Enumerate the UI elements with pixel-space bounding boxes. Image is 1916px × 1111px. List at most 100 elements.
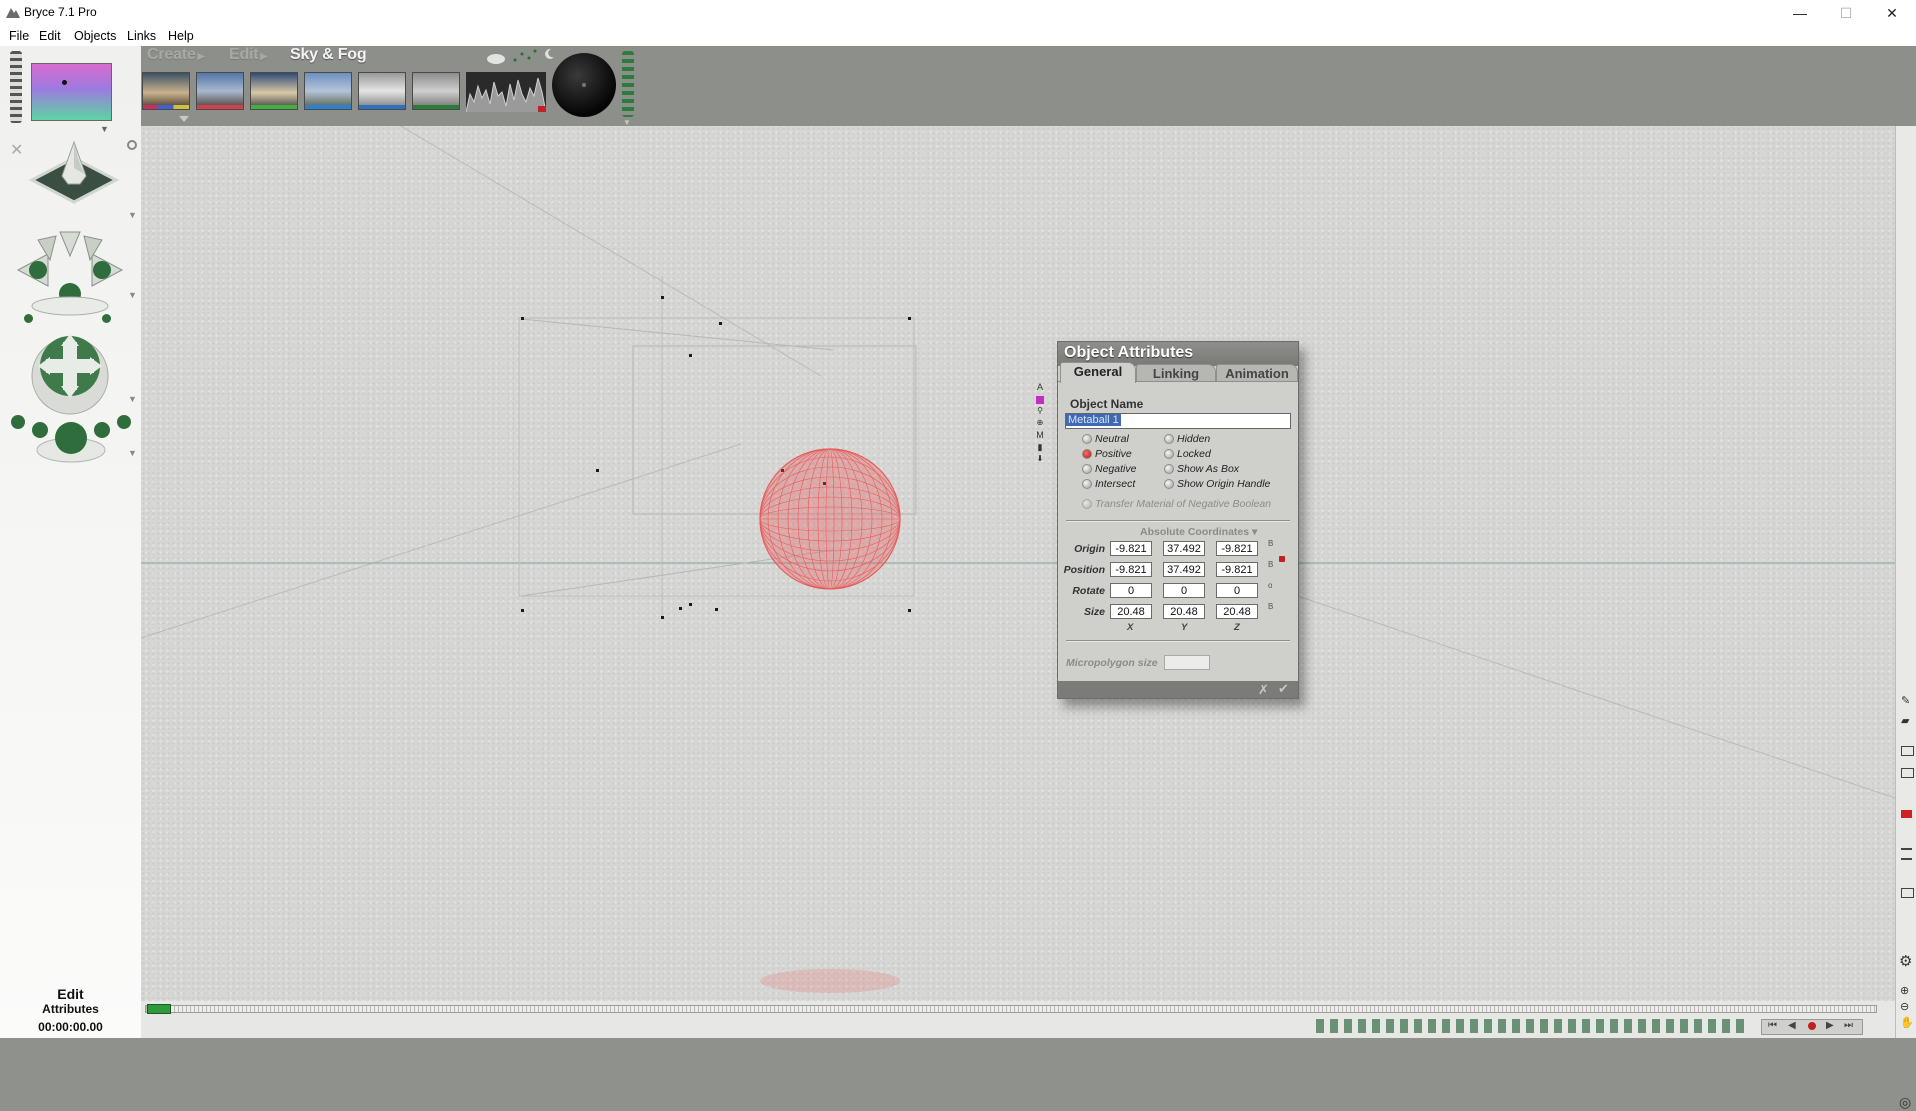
menu-edit[interactable]: Edit xyxy=(39,29,61,43)
display-icon[interactable] xyxy=(1901,768,1914,778)
metaball-m-icon[interactable]: M xyxy=(1035,430,1045,442)
checkbox-locked[interactable] xyxy=(1164,449,1174,459)
record-dot-icon[interactable] xyxy=(1808,1022,1816,1030)
close-button[interactable]: ✕ xyxy=(1869,0,1915,26)
zoom-out-icon[interactable]: ⊖ xyxy=(1900,1000,1909,1013)
menu-file[interactable]: File xyxy=(9,29,29,43)
micropolygon-field[interactable] xyxy=(1164,655,1210,670)
drop-down-icon[interactable]: ⬇ xyxy=(1035,454,1045,466)
list-icon[interactable] xyxy=(1901,848,1912,860)
material-icon[interactable] xyxy=(1036,396,1044,404)
sky-vertical-slider[interactable] xyxy=(622,51,634,117)
position-y-field[interactable]: 37.492 xyxy=(1163,562,1205,577)
eraser-icon[interactable]: ▰ xyxy=(1901,714,1909,727)
tab-sky-fog[interactable]: Sky & Fog xyxy=(290,46,367,64)
camera-dot-left-icon[interactable] xyxy=(24,314,33,323)
playback-controls[interactable]: ⏮ ◀ ▶ ⏭ xyxy=(1761,1019,1863,1035)
step-back-icon[interactable]: ◀ xyxy=(1788,1020,1796,1031)
view-dropdown-icon[interactable]: ▼ xyxy=(100,124,109,134)
tab-animation[interactable]: Animation xyxy=(1216,364,1298,382)
menu-links[interactable]: Links xyxy=(127,29,156,43)
camera-dropdown-icon[interactable]: ▼ xyxy=(128,290,137,300)
fog-waveform-icon[interactable] xyxy=(466,72,546,112)
sky-preset-2[interactable] xyxy=(196,72,244,110)
ok-button[interactable]: ✔ xyxy=(1278,681,1289,697)
sky-preset-5[interactable] xyxy=(358,72,406,110)
render-icon[interactable] xyxy=(1901,746,1914,756)
preview-dropdown-icon[interactable]: ▼ xyxy=(128,210,137,220)
maximize-button[interactable]: ☐ xyxy=(1823,0,1869,26)
hand-pan-icon[interactable]: ✋ xyxy=(1900,1016,1914,1029)
3d-viewport[interactable]: A ⚲ ⊕ M ▮ ⬇ xyxy=(141,126,1895,1001)
rotate-x-field[interactable]: 0 xyxy=(1110,583,1152,598)
position-z-field[interactable]: -9.821 xyxy=(1216,562,1258,577)
cancel-button[interactable]: ✗ xyxy=(1258,682,1269,698)
left-vertical-slider[interactable] xyxy=(10,51,22,123)
checkbox-show-origin-handle[interactable] xyxy=(1164,479,1174,489)
rotate-y-field[interactable]: 0 xyxy=(1163,583,1205,598)
camera-cross-control-icon[interactable] xyxy=(8,226,132,318)
size-y-field[interactable]: 20.48 xyxy=(1163,604,1205,619)
info-icon[interactable]: ▮ xyxy=(1035,442,1045,454)
scene-preview-trackball-icon[interactable] xyxy=(26,138,122,218)
tab-create[interactable]: Create ▶ xyxy=(147,46,205,64)
coordinates-mode-dropdown[interactable]: Absolute Coordinates ▾ xyxy=(1140,526,1257,538)
menu-help[interactable]: Help xyxy=(168,29,194,43)
radio-positive[interactable] xyxy=(1082,449,1092,459)
attributes-a-icon[interactable]: A xyxy=(1035,382,1045,394)
menu-objects[interactable]: Objects xyxy=(74,29,116,43)
checkbox-transfer-material[interactable] xyxy=(1082,499,1092,509)
sky-dropdown-icon[interactable] xyxy=(179,116,189,122)
tab-linking[interactable]: Linking xyxy=(1136,364,1216,382)
play-icon[interactable]: ▶ xyxy=(1826,1020,1834,1031)
origin-z-field[interactable]: -9.821 xyxy=(1216,541,1258,556)
rotate-z-field[interactable]: 0 xyxy=(1216,583,1258,598)
scene-wireframe[interactable] xyxy=(141,126,1895,1001)
camera-trackball-icon[interactable] xyxy=(29,326,111,416)
timeline-scrubber[interactable] xyxy=(147,1004,171,1014)
timeline-slider[interactable] xyxy=(145,1005,1877,1013)
reset-circle-icon[interactable] xyxy=(127,140,137,150)
origin-y-field[interactable]: 37.492 xyxy=(1163,541,1205,556)
sky-preset-3[interactable] xyxy=(250,72,298,110)
size-z-field[interactable]: 20.48 xyxy=(1216,604,1258,619)
stars-icon[interactable] xyxy=(511,48,539,64)
rewind-icon[interactable]: ⏮ xyxy=(1768,1020,1777,1031)
origin-x-field[interactable]: -9.821 xyxy=(1110,541,1152,556)
layers-icon[interactable] xyxy=(1901,888,1914,898)
radio-intersect[interactable] xyxy=(1082,479,1092,489)
trackball-dropdown-icon[interactable]: ▼ xyxy=(128,394,137,404)
tab-edit[interactable]: Edit ▶ xyxy=(229,46,267,64)
size-x-field[interactable]: 20.48 xyxy=(1110,604,1152,619)
zoom-dropdown-icon[interactable]: ▼ xyxy=(128,448,137,458)
object-name-input[interactable]: Metaball 1 xyxy=(1065,413,1291,429)
moon-icon[interactable] xyxy=(543,48,555,60)
position-x-field[interactable]: -9.821 xyxy=(1110,562,1152,577)
record-icon[interactable] xyxy=(1901,810,1912,818)
brush-icon[interactable]: ✎ xyxy=(1901,694,1910,707)
memory-dots-toolbar[interactable] xyxy=(1316,1019,1746,1033)
link-icon[interactable]: ⚲ xyxy=(1035,406,1045,418)
minimize-button[interactable]: — xyxy=(1777,0,1823,26)
radio-negative[interactable] xyxy=(1082,464,1092,474)
radio-neutral[interactable] xyxy=(1082,434,1092,444)
checkbox-show-as-box[interactable] xyxy=(1164,464,1174,474)
origin-icon[interactable]: ⊕ xyxy=(1035,418,1045,430)
sky-preset-4[interactable] xyxy=(304,72,352,110)
camera-dot-right-icon[interactable] xyxy=(102,314,111,323)
origin-b-mark[interactable]: B xyxy=(1268,539,1273,548)
clouds-icon[interactable] xyxy=(486,52,506,64)
sun-moon-trackball[interactable] xyxy=(552,53,616,117)
size-b-mark[interactable]: B xyxy=(1268,602,1273,611)
position-b-mark[interactable]: B xyxy=(1268,560,1273,569)
lock-icon[interactable] xyxy=(1279,556,1285,562)
checkbox-hidden[interactable] xyxy=(1164,434,1174,444)
sky-view-swatch[interactable] xyxy=(31,63,112,121)
close-small-icon[interactable]: ✕ xyxy=(10,140,23,160)
pan-zoom-control-icon[interactable] xyxy=(10,406,132,470)
fast-forward-icon[interactable]: ⏭ xyxy=(1844,1020,1853,1031)
zoom-in-icon[interactable]: ⊕ xyxy=(1900,984,1909,997)
sky-preset-1[interactable] xyxy=(142,72,190,110)
sky-preset-6[interactable] xyxy=(412,72,460,110)
settings-gear-icon[interactable]: ⚙ xyxy=(1899,952,1912,970)
